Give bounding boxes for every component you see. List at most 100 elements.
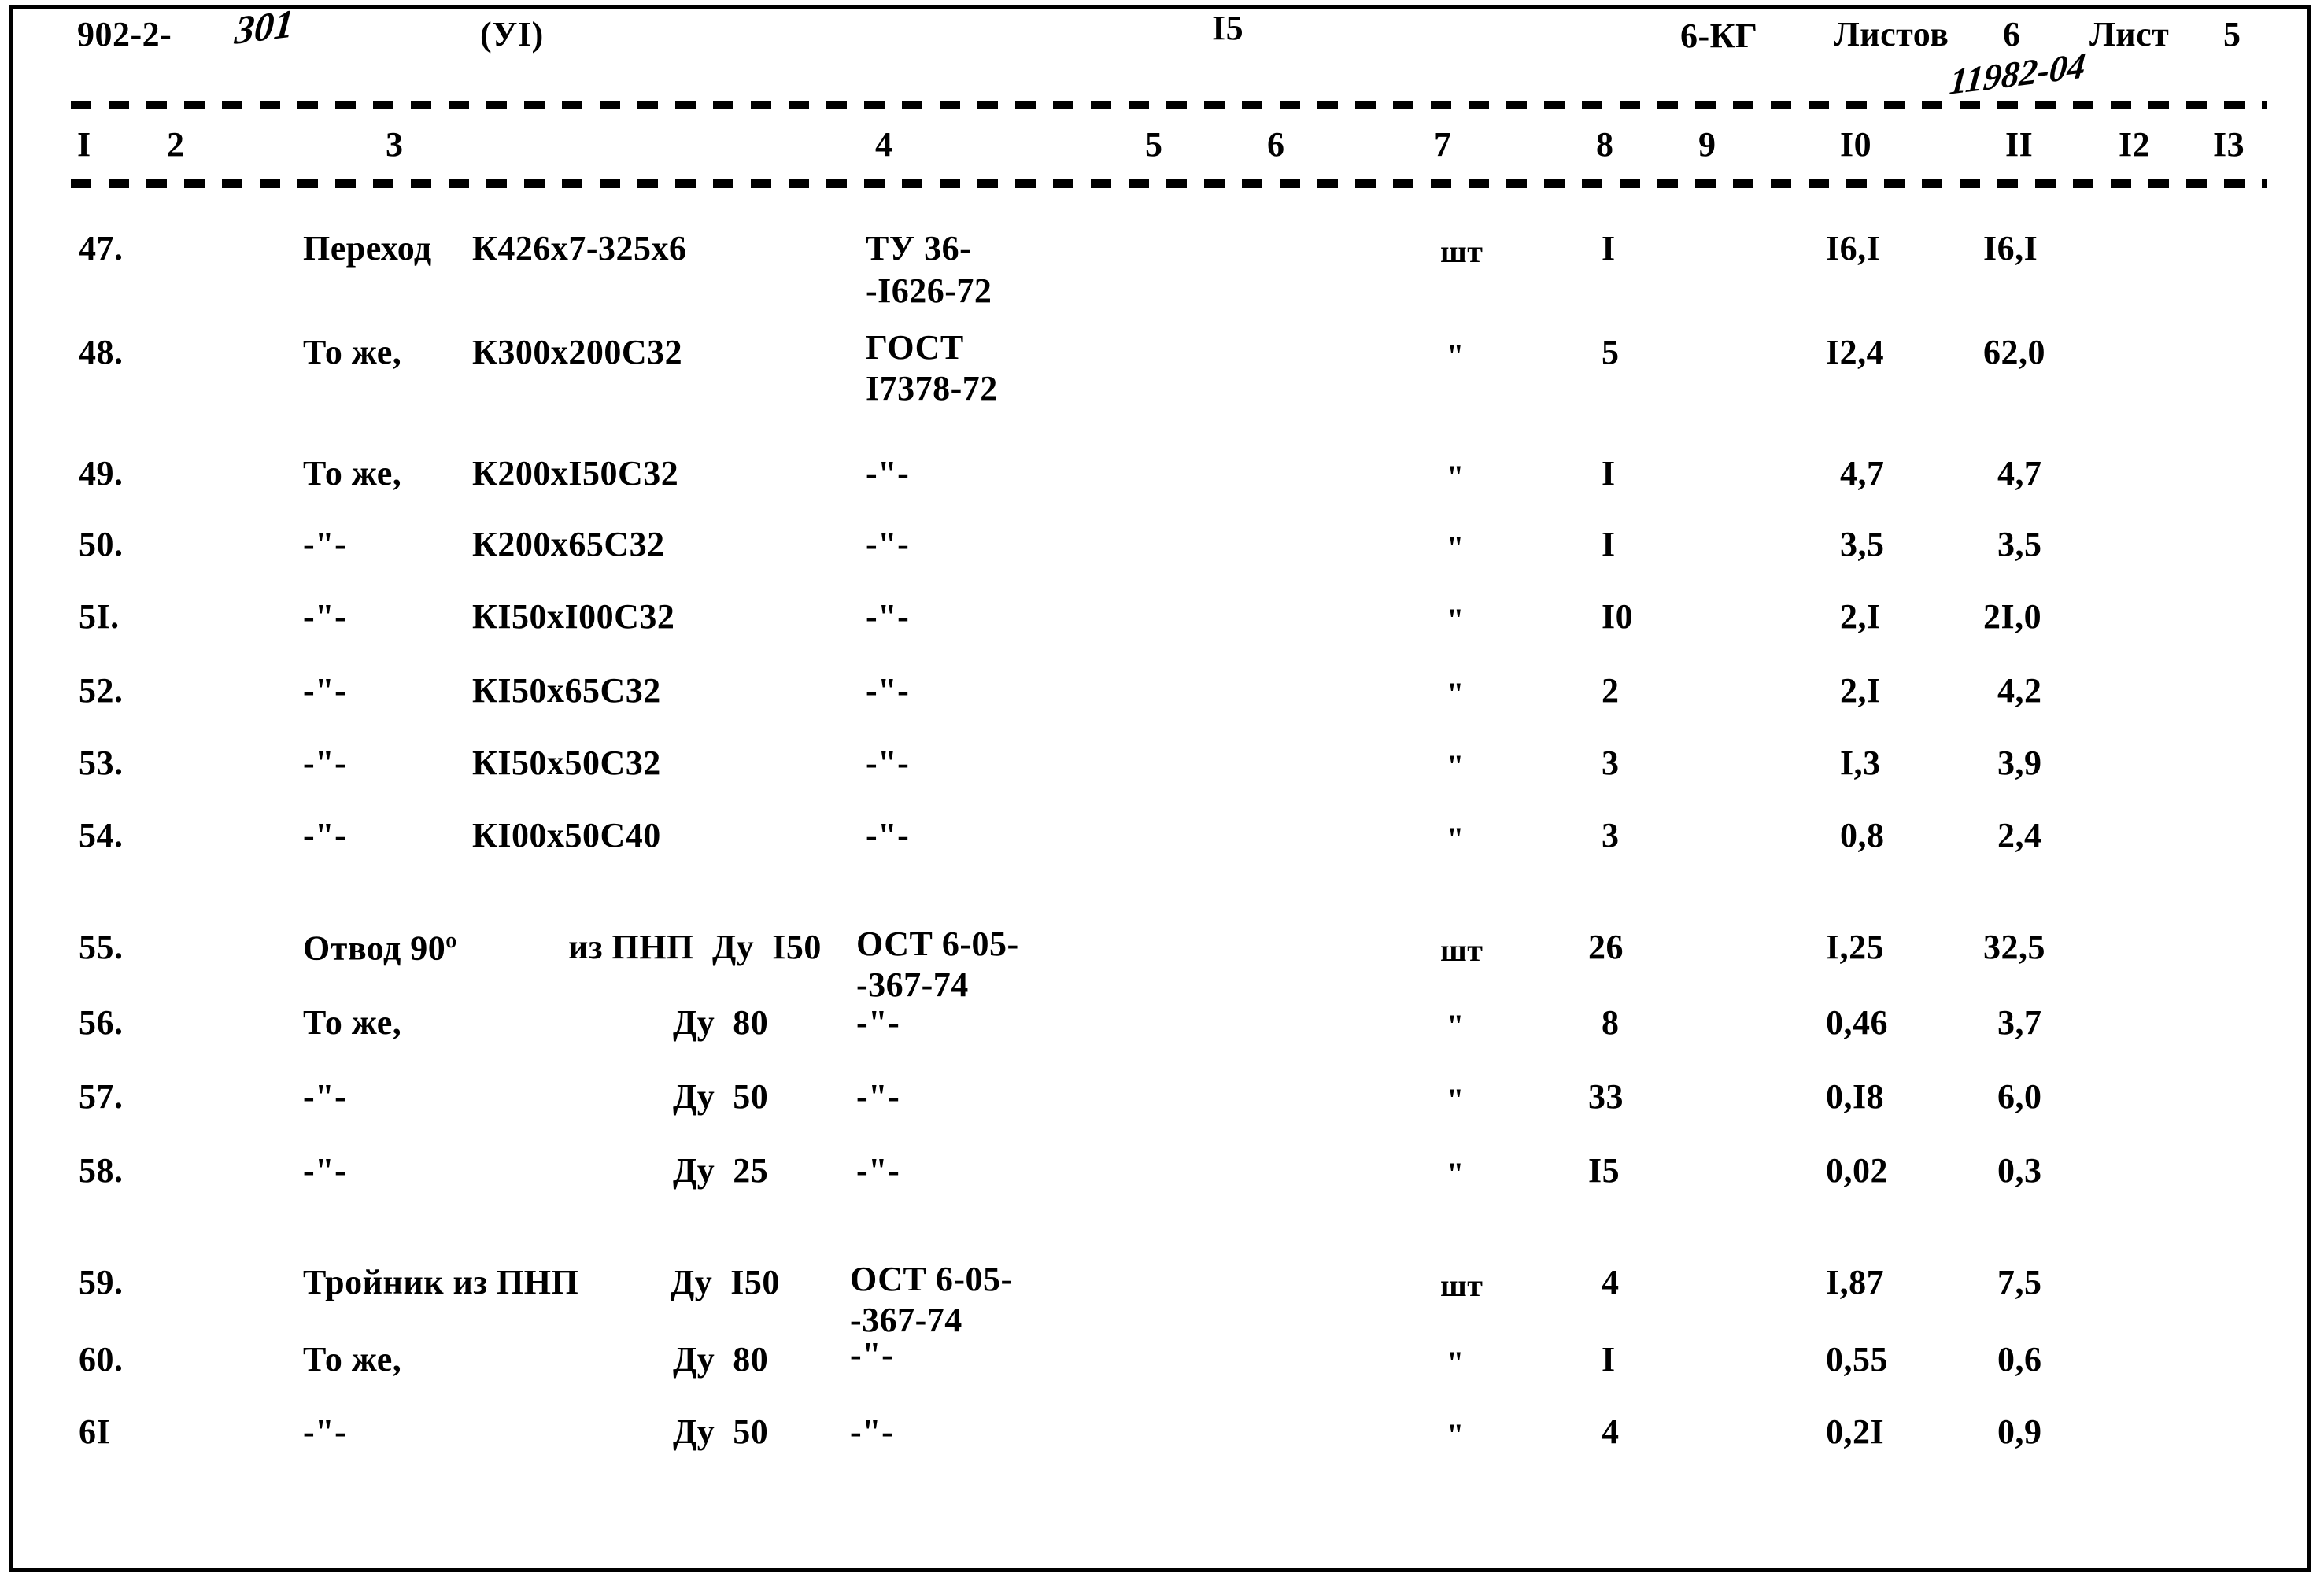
sheet-label: Лист: [2089, 15, 2170, 54]
item-name-a: -"-: [303, 525, 347, 563]
row-number: 59.: [79, 1263, 124, 1301]
item-name-c: Ду I50: [712, 928, 822, 966]
total-weight-value: 0,6: [1997, 1340, 2042, 1379]
row-number: 49.: [79, 454, 124, 493]
dashed-rule-bottom: [71, 179, 2267, 188]
unit-value: ": [1446, 1345, 1465, 1380]
unit-value: ": [1446, 459, 1465, 494]
item-name-b: К200х65С32: [472, 525, 665, 563]
unit-weight-value: 0,8: [1840, 816, 1885, 855]
standard-line-1: ГОСТ: [866, 328, 964, 367]
column-number-13: I3: [2213, 125, 2245, 164]
item-name-b: К300х200С32: [472, 333, 683, 371]
item-name-a: То же,: [303, 1340, 402, 1379]
item-name-a: То же,: [303, 333, 402, 371]
unit-weight-value: 0,02: [1826, 1151, 1888, 1190]
item-name-b: К426х7-325х6: [472, 229, 687, 268]
column-number-4: 4: [875, 125, 893, 164]
item-name-b: из ПНП: [568, 928, 694, 966]
quantity-value: 26: [1588, 928, 1624, 966]
page-center-number: I5: [1212, 9, 1244, 47]
quantity-value: 5: [1602, 333, 1620, 371]
item-name-c: Ду 50: [673, 1077, 769, 1116]
unit-weight-value: I6,I: [1826, 229, 1881, 268]
standard-line-1: -"-: [856, 1003, 900, 1042]
unit-weight-value: 0,I8: [1826, 1077, 1885, 1116]
unit-weight-value: 4,7: [1840, 454, 1885, 493]
unit-value: шт: [1440, 234, 1483, 269]
unit-value: шт: [1440, 1268, 1483, 1303]
row-number: 5I.: [79, 597, 120, 636]
total-weight-value: 3,9: [1997, 744, 2042, 782]
unit-weight-value: I2,4: [1826, 333, 1885, 371]
quantity-value: I5: [1588, 1151, 1620, 1190]
item-name-c: Ду I50: [671, 1263, 780, 1301]
section-label: (УI): [480, 15, 544, 54]
standard-line-1: -"-: [866, 525, 910, 563]
column-number-9: 9: [1698, 125, 1716, 164]
quantity-value: 33: [1588, 1077, 1624, 1116]
item-name-a: То же,: [303, 454, 402, 493]
item-name-c: Ду 25: [673, 1151, 769, 1190]
quantity-value: 3: [1602, 744, 1620, 782]
row-number: 56.: [79, 1003, 124, 1042]
standard-line-1: ОСТ 6-05-: [856, 925, 1019, 963]
unit-value: ": [1446, 1082, 1465, 1117]
document-mark: 6-КГ: [1680, 17, 1758, 55]
total-weight-value: 2,4: [1997, 816, 2042, 855]
standard-line-1: -"-: [866, 816, 910, 855]
series-code: 902-2-: [77, 15, 172, 54]
column-number-8: 8: [1596, 125, 1614, 164]
standard-line-1: ТУ 36-: [866, 229, 972, 268]
total-weight-value: 6,0: [1997, 1077, 2042, 1116]
row-number: 55.: [79, 928, 124, 966]
column-number-3: 3: [386, 125, 404, 164]
total-weight-value: 0,3: [1997, 1151, 2042, 1190]
item-name-c: Ду 80: [673, 1003, 769, 1042]
unit-weight-value: 2,I: [1840, 671, 1881, 710]
total-weight-value: I6,I: [1983, 229, 2038, 268]
unit-weight-value: 2,I: [1840, 597, 1881, 636]
unit-weight-value: 0,46: [1826, 1003, 1888, 1042]
unit-value: ": [1446, 338, 1465, 373]
standard-line-2: I7378-72: [866, 369, 998, 408]
total-weight-value: 3,5: [1997, 525, 2042, 563]
item-name-b: КI50х65С32: [472, 671, 661, 710]
scanned-document-page: 902-2- 301 (УI) I5 6-КГ Листов 6 Лист 5 …: [0, 0, 2324, 1580]
standard-line-1: -"-: [866, 454, 910, 493]
row-number: 48.: [79, 333, 124, 371]
unit-value: ": [1446, 530, 1465, 565]
unit-value: ": [1446, 602, 1465, 637]
quantity-value: I: [1602, 525, 1616, 563]
row-number: 60.: [79, 1340, 124, 1379]
column-number-7: 7: [1434, 125, 1452, 164]
column-number-10: I0: [1840, 125, 1872, 164]
standard-line-2: -367-74: [850, 1301, 962, 1339]
row-number: 47.: [79, 229, 124, 268]
quantity-value: I0: [1602, 597, 1634, 636]
standard-line-1: -"-: [866, 671, 910, 710]
sheet-number: 5: [2223, 15, 2241, 54]
standard-line-1: -"-: [850, 1335, 894, 1374]
item-name-a: -"-: [303, 597, 347, 636]
item-name-b: КI00х50С40: [472, 816, 661, 855]
quantity-value: I: [1602, 1340, 1616, 1379]
item-name-a: -"-: [303, 1151, 347, 1190]
row-number: 50.: [79, 525, 124, 563]
quantity-value: 4: [1602, 1412, 1620, 1451]
item-name-a: -"-: [303, 816, 347, 855]
quantity-value: I: [1602, 454, 1616, 493]
column-number-6: 6: [1267, 125, 1285, 164]
column-number-5: 5: [1145, 125, 1163, 164]
unit-value: шт: [1440, 932, 1483, 968]
unit-value: ": [1446, 1008, 1465, 1043]
degree-symbol: о: [445, 928, 457, 953]
total-weight-value: 4,7: [1997, 454, 2042, 493]
item-name-a: -"-: [303, 744, 347, 782]
total-weight-value: 4,2: [1997, 671, 2042, 710]
item-name-b: КI50хI00С32: [472, 597, 675, 636]
item-name-b: КI50х50С32: [472, 744, 661, 782]
unit-weight-value: 0,55: [1826, 1340, 1888, 1379]
unit-value: ": [1446, 821, 1465, 856]
quantity-value: 4: [1602, 1263, 1620, 1301]
